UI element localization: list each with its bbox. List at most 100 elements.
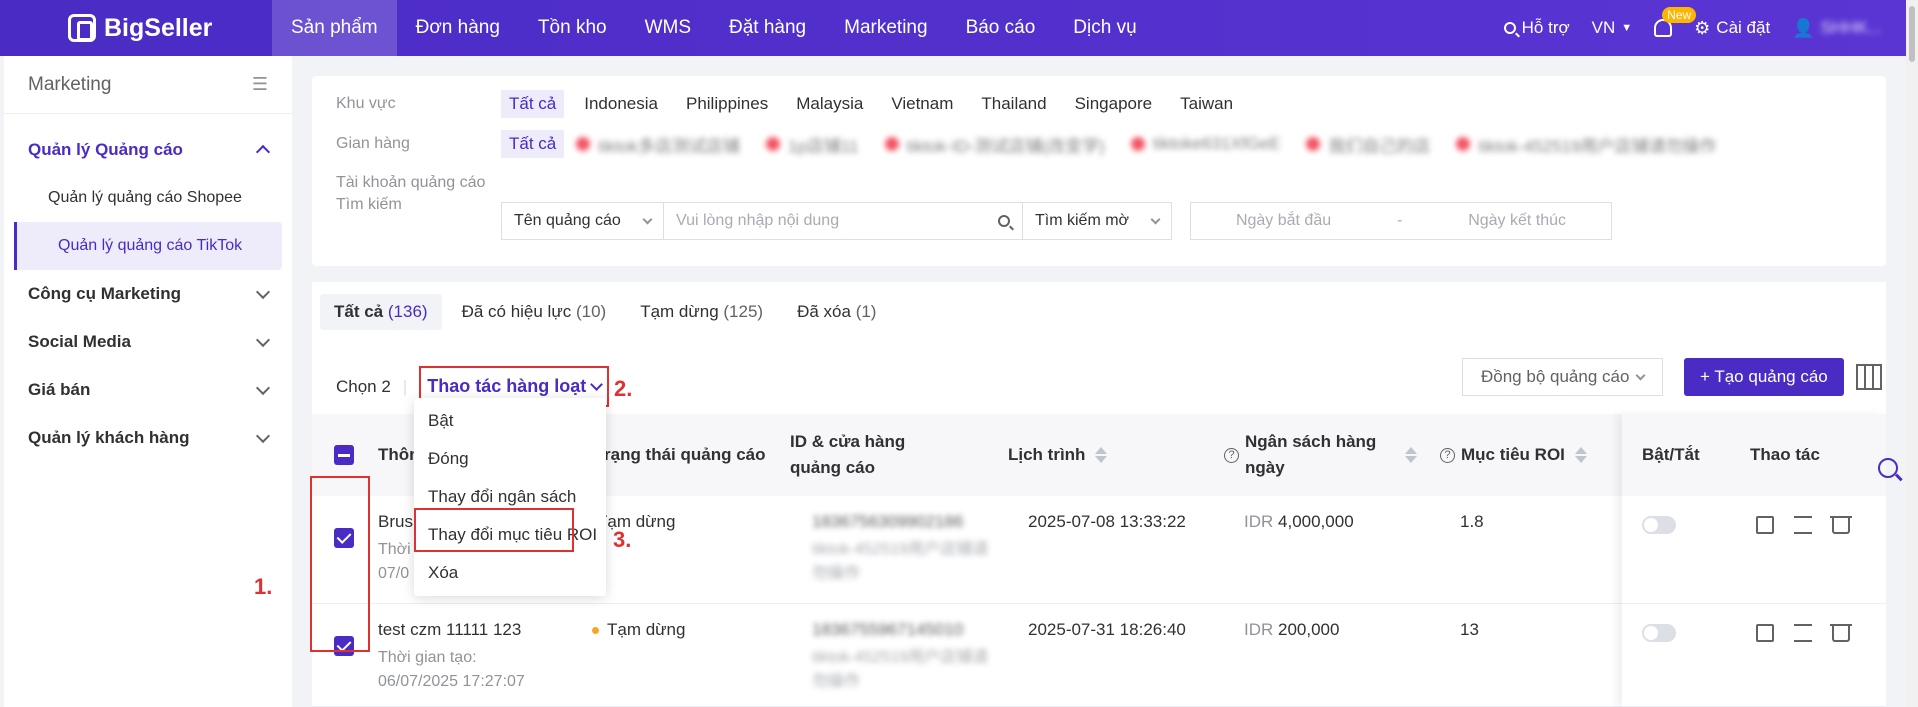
toggle-switch[interactable] xyxy=(1642,516,1676,534)
chevron-down-icon xyxy=(255,428,271,444)
chevron-down-icon xyxy=(255,380,271,396)
nav-item-purchase[interactable]: Đặt hàng xyxy=(710,0,825,56)
tab-count: (136) xyxy=(387,302,428,321)
status-dot-icon xyxy=(592,626,599,634)
ad-name[interactable]: Brus xyxy=(378,512,413,532)
col-id-store: ID & cửa hàng quảng cáo xyxy=(790,432,906,477)
region-option[interactable]: Malaysia xyxy=(788,90,871,118)
floating-search-icon[interactable] xyxy=(1878,458,1898,478)
store-option[interactable]: tiktoke631XfGeE xyxy=(1130,134,1280,154)
nav-item-marketing[interactable]: Marketing xyxy=(825,0,946,56)
sidebar-item-shopee-ads[interactable]: Quản lý quảng cáo Shopee xyxy=(4,174,282,222)
create-ad-button[interactable]: + Tạo quảng cáo xyxy=(1684,358,1844,396)
region-option[interactable]: Indonesia xyxy=(576,90,666,118)
sidebar-group-label: Công cụ Marketing xyxy=(28,284,182,303)
notification-button[interactable]: New xyxy=(1654,7,1697,37)
store-option[interactable]: 我们自己的店 xyxy=(1306,132,1430,157)
sidebar-group-label: Social Media xyxy=(28,332,131,351)
search-mode-select[interactable]: Tìm kiếm mờ xyxy=(1022,202,1172,240)
budget-cell: IDR 4,000,000 xyxy=(1244,512,1354,532)
brand-logo[interactable]: BigSeller xyxy=(0,14,272,43)
tab-count: (10) xyxy=(575,302,607,321)
sync-ads-button[interactable]: Đồng bộ quảng cáo xyxy=(1462,358,1664,396)
menu-item-enable[interactable]: Bật xyxy=(414,402,606,440)
col-budget-label: Ngân sách hàng ngày xyxy=(1245,432,1377,477)
tab-paused[interactable]: Tạm dừng (125) xyxy=(626,294,777,330)
search-label: Tìm kiếm xyxy=(336,196,402,213)
sidebar: Marketing ☰ Quản lý Quảng cáo Quản lý qu… xyxy=(4,56,292,707)
store-name: tiktok-452519用户店铺请勿操作 xyxy=(812,649,989,690)
col-schedule-label: Lịch trình xyxy=(1008,445,1086,464)
sidebar-group-ads-management[interactable]: Quản lý Quảng cáo xyxy=(4,126,292,174)
sort-icon[interactable] xyxy=(1574,447,1587,463)
store-option[interactable]: tiktok-452519用户店铺请勿操作 xyxy=(1456,132,1716,157)
language-select[interactable]: VN ▼ xyxy=(1592,18,1633,38)
nav-item-products[interactable]: Sản phẩm xyxy=(272,0,397,56)
search-input[interactable]: Vui lòng nhập nội dung xyxy=(663,202,1023,240)
sort-icon[interactable] xyxy=(1405,447,1417,463)
page-scrollbar[interactable] xyxy=(1906,0,1918,707)
nav-item-inventory[interactable]: Tồn kho xyxy=(519,0,626,56)
sidebar-group-marketing-tools[interactable]: Công cụ Marketing xyxy=(4,270,292,318)
select-all-checkbox[interactable] xyxy=(334,445,354,465)
ad-id: 1836755967145010 xyxy=(812,620,964,639)
ad-name[interactable]: test czm 11111 123 xyxy=(378,620,525,640)
date-range-picker[interactable]: Ngày bắt đầu - Ngày kết thúc xyxy=(1190,202,1612,240)
tab-active[interactable]: Đã có hiệu lực (10) xyxy=(448,294,621,330)
nav-right: Hỗ trợ VN ▼ New ⚙ Cài đặt 👤 SHHK... xyxy=(1503,0,1882,56)
region-option[interactable]: Philippines xyxy=(678,90,776,118)
store-option[interactable]: 1p店铺11 xyxy=(765,132,859,157)
search-field-select[interactable]: Tên quảng cáo xyxy=(501,202,664,240)
sidebar-group-pricing[interactable]: Giá bán xyxy=(4,366,292,414)
region-option[interactable]: Taiwan xyxy=(1172,90,1241,118)
region-option-all[interactable]: Tất cả xyxy=(501,90,565,118)
settings-link[interactable]: ⚙ Cài đặt xyxy=(1694,18,1770,39)
trash-icon[interactable] xyxy=(1830,624,1852,642)
user-menu[interactable]: 👤 SHHK... xyxy=(1792,18,1882,39)
search-icon[interactable] xyxy=(998,215,1010,227)
sort-icon[interactable] xyxy=(1095,447,1108,463)
collapse-menu-icon[interactable]: ☰ xyxy=(252,74,268,95)
column-settings-icon[interactable] xyxy=(1856,364,1882,390)
created-time: 07/0 xyxy=(378,565,410,582)
col-schedule[interactable]: Lịch trình xyxy=(1008,442,1108,468)
store-label: Gian hàng xyxy=(336,135,410,152)
toggle-switch[interactable] xyxy=(1642,624,1676,642)
nav-item-reports[interactable]: Báo cáo xyxy=(947,0,1055,56)
col-roi-target[interactable]: ? Mục tiêu ROI xyxy=(1440,442,1587,468)
help-link[interactable]: Hỗ trợ xyxy=(1503,18,1570,38)
sidebar-group-customers[interactable]: Quản lý khách hàng xyxy=(4,414,292,462)
nav-item-wms[interactable]: WMS xyxy=(626,0,710,56)
toolbar-divider: | xyxy=(402,376,408,396)
tab-all[interactable]: Tất cả (136) xyxy=(320,294,442,330)
trash-icon[interactable] xyxy=(1830,516,1852,534)
main-menu: Sản phẩm Đơn hàng Tồn kho WMS Đặt hàng M… xyxy=(272,0,1156,56)
region-filter: Khu vực Tất cả Indonesia Philippines Mal… xyxy=(336,90,1253,118)
region-option[interactable]: Singapore xyxy=(1067,90,1161,118)
store-option[interactable]: tiktok多店测试店铺 xyxy=(576,132,740,157)
edit-details-icon[interactable] xyxy=(1794,624,1812,642)
sidebar-item-tiktok-ads[interactable]: Quản lý quảng cáo TikTok xyxy=(14,222,282,270)
nav-item-orders[interactable]: Đơn hàng xyxy=(397,0,519,56)
col-daily-budget[interactable]: ? Ngân sách hàng ngày xyxy=(1224,429,1417,481)
region-option[interactable]: Vietnam xyxy=(883,90,961,118)
sidebar-group-social-media[interactable]: Social Media xyxy=(4,318,292,366)
tab-deleted[interactable]: Đã xóa (1) xyxy=(783,294,890,330)
chevron-down-icon xyxy=(642,214,653,224)
budget-cell: IDR 200,000 xyxy=(1244,620,1339,640)
store-option[interactable]: tiktok-ID-测试店铺(改变学) xyxy=(884,132,1105,157)
edit-icon[interactable] xyxy=(1756,516,1774,534)
menu-item-disable[interactable]: Đóng xyxy=(414,440,606,478)
region-option[interactable]: Thailand xyxy=(973,90,1054,118)
menu-item-delete[interactable]: Xóa xyxy=(414,554,606,592)
toggle-off-icon xyxy=(1642,624,1676,642)
chevron-down-icon xyxy=(255,332,271,348)
edit-icon[interactable] xyxy=(1756,624,1774,642)
sidebar-group-label: Quản lý Quảng cáo xyxy=(28,140,183,159)
batch-actions-label: Thao tác hàng loạt xyxy=(427,376,587,396)
new-badge: New xyxy=(1662,7,1697,23)
annotation-step-2: 2. xyxy=(614,376,633,401)
store-option-all[interactable]: Tất cả xyxy=(501,130,565,158)
edit-details-icon[interactable] xyxy=(1794,516,1812,534)
nav-item-services[interactable]: Dịch vụ xyxy=(1054,0,1155,56)
